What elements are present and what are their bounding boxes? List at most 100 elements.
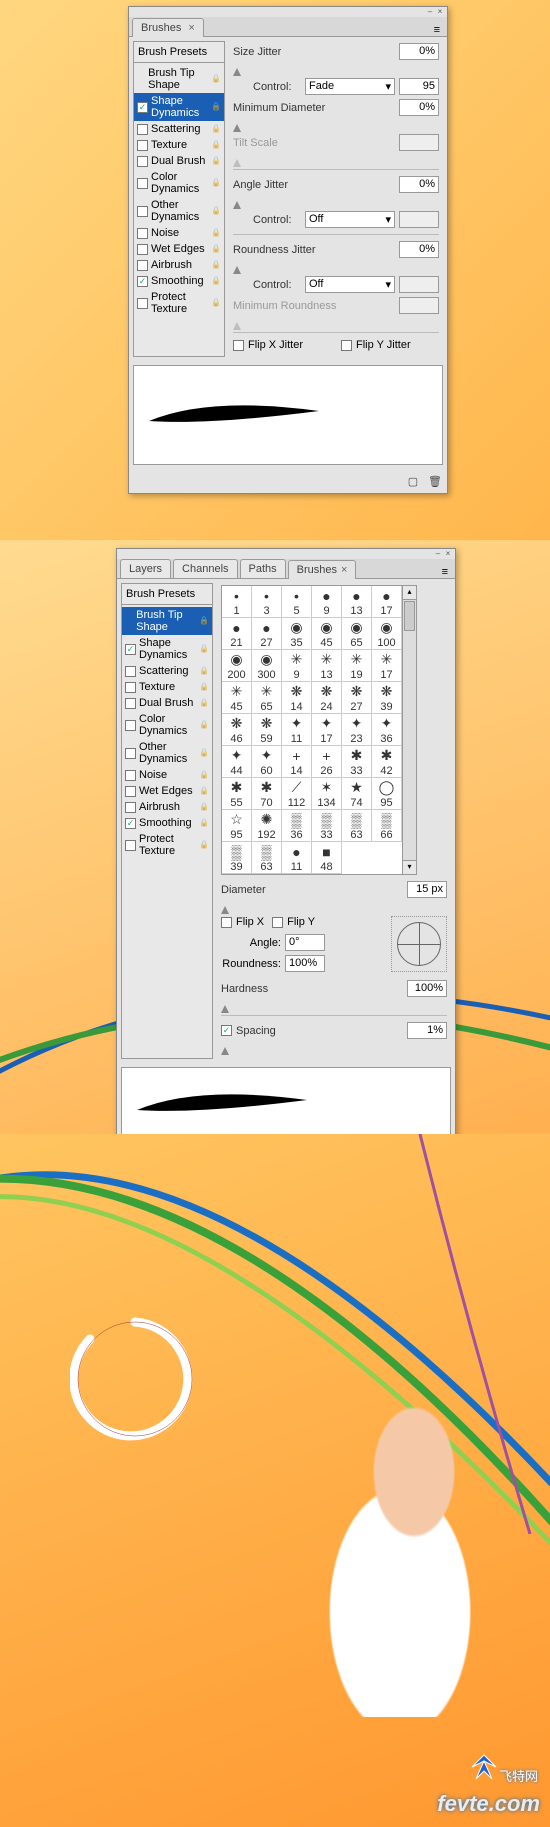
option-brush-tip-shape[interactable]: Brush Tip Shape🔒	[134, 65, 224, 93]
brush-tip-cell[interactable]: ✳65	[252, 682, 282, 714]
control-select-fade[interactable]: Fade	[305, 78, 395, 95]
option-checkbox[interactable]	[137, 124, 148, 135]
hardness-slider[interactable]	[221, 1001, 447, 1007]
lock-icon[interactable]: 🔒	[199, 720, 209, 730]
option-checkbox[interactable]: ✓	[125, 818, 136, 829]
brush-tip-cell[interactable]: ✦17	[312, 714, 342, 746]
close-tab-icon[interactable]: ×	[341, 564, 347, 576]
brush-tip-cell[interactable]: ✦11	[282, 714, 312, 746]
brush-tip-cell[interactable]: ❋39	[372, 682, 402, 714]
lock-icon[interactable]: 🔒	[211, 276, 221, 286]
brush-tip-cell[interactable]: ✦23	[342, 714, 372, 746]
angle-control-select[interactable]: Off	[305, 211, 395, 228]
brush-tip-cell[interactable]: ●21	[222, 618, 252, 650]
brush-tip-cell[interactable]: ✦60	[252, 746, 282, 778]
brush-tip-cell[interactable]: ✳45	[222, 682, 252, 714]
flip-y-jitter-checkbox[interactable]	[341, 340, 352, 351]
brush-tip-cell[interactable]: ❋24	[312, 682, 342, 714]
lock-icon[interactable]: 🔒	[211, 244, 221, 254]
option-wet-edges[interactable]: Wet Edges🔒	[122, 783, 212, 799]
brush-tip-cell[interactable]: ✱33	[342, 746, 372, 778]
option-scattering[interactable]: Scattering🔒	[122, 663, 212, 679]
fade-steps-value[interactable]: 95	[399, 78, 439, 95]
min-diameter-slider[interactable]	[233, 120, 439, 126]
roundness-jitter-value[interactable]: 0%	[399, 241, 439, 258]
option-checkbox[interactable]	[125, 840, 136, 851]
tab-layers[interactable]: Layers	[120, 559, 171, 578]
brush-tip-cell[interactable]: •3	[252, 586, 282, 618]
brush-tip-cell[interactable]: ❋46	[222, 714, 252, 746]
option-checkbox[interactable]	[125, 770, 136, 781]
option-texture[interactable]: Texture🔒	[122, 679, 212, 695]
brush-tip-cell[interactable]: ■48	[312, 842, 342, 874]
brush-tip-cell[interactable]: ✦44	[222, 746, 252, 778]
panel-titlebar[interactable]: – ×	[129, 7, 447, 17]
angle-roundness-widget[interactable]	[391, 916, 447, 972]
option-checkbox[interactable]	[125, 786, 136, 797]
lock-icon[interactable]: 🔒	[199, 840, 209, 850]
lock-icon[interactable]: 🔒	[199, 802, 209, 812]
minimize-icon[interactable]: –	[434, 550, 442, 558]
lock-icon[interactable]: 🔒	[211, 228, 221, 238]
roundness-input[interactable]: 100%	[285, 955, 325, 972]
tab-brushes[interactable]: Brushes×	[288, 560, 357, 579]
hardness-value[interactable]: 100%	[407, 980, 447, 997]
option-smoothing[interactable]: ✓Smoothing🔒	[122, 815, 212, 831]
brush-tip-cell[interactable]: ◉65	[342, 618, 372, 650]
option-checkbox[interactable]	[125, 748, 136, 759]
diameter-value[interactable]: 15 px	[407, 881, 447, 898]
lock-icon[interactable]: 🔒	[199, 666, 209, 676]
option-color-dynamics[interactable]: Color Dynamics🔒	[122, 711, 212, 739]
option-shape-dynamics[interactable]: ✓Shape Dynamics🔒	[134, 93, 224, 121]
option-checkbox[interactable]	[137, 298, 148, 309]
brush-tip-cell[interactable]: ◉200	[222, 650, 252, 682]
option-dual-brush[interactable]: Dual Brush🔒	[122, 695, 212, 711]
lock-icon[interactable]: 🔒	[199, 748, 209, 758]
brush-tip-cell[interactable]: ▒63	[342, 810, 372, 842]
angle-jitter-value[interactable]: 0%	[399, 176, 439, 193]
panel-menu-icon[interactable]: ≡	[438, 566, 452, 578]
brush-tip-cell[interactable]: ◉300	[252, 650, 282, 682]
brush-tip-cell[interactable]: +26	[312, 746, 342, 778]
brush-tip-cell[interactable]: ●13	[342, 586, 372, 618]
brush-tip-cell[interactable]: ●9	[312, 586, 342, 618]
flip-x-checkbox[interactable]	[221, 917, 232, 928]
brush-grid-scrollbar[interactable]: ▴ ▾	[403, 585, 417, 875]
lock-icon[interactable]: 🔒	[199, 644, 209, 654]
panel-titlebar[interactable]: – ×	[117, 549, 455, 559]
brush-tip-cell[interactable]: ✳19	[342, 650, 372, 682]
brush-presets-button[interactable]: Brush Presets	[122, 584, 212, 605]
option-checkbox[interactable]	[125, 720, 136, 731]
brush-tip-cell[interactable]: +14	[282, 746, 312, 778]
lock-icon[interactable]: 🔒	[199, 682, 209, 692]
option-checkbox[interactable]	[137, 244, 148, 255]
option-checkbox[interactable]: ✓	[137, 102, 148, 113]
brush-tip-cell[interactable]: ▒36	[282, 810, 312, 842]
option-protect-texture[interactable]: Protect Texture🔒	[122, 831, 212, 859]
flip-x-jitter-checkbox[interactable]	[233, 340, 244, 351]
option-checkbox[interactable]: ✓	[125, 644, 136, 655]
option-texture[interactable]: Texture🔒	[134, 137, 224, 153]
option-airbrush[interactable]: Airbrush🔒	[122, 799, 212, 815]
option-other-dynamics[interactable]: Other Dynamics🔒	[122, 739, 212, 767]
brush-tip-cell[interactable]: ⟋112	[282, 778, 312, 810]
roundness-control-select[interactable]: Off	[305, 276, 395, 293]
brush-tip-cell[interactable]: ▒63	[252, 842, 282, 874]
brush-tip-cell[interactable]: ◉35	[282, 618, 312, 650]
close-tab-icon[interactable]: ×	[188, 22, 194, 34]
brush-tip-cell[interactable]: ✳13	[312, 650, 342, 682]
option-checkbox[interactable]	[125, 698, 136, 709]
brush-tip-cell[interactable]: ●11	[282, 842, 312, 874]
brush-tip-cell[interactable]: ✱42	[372, 746, 402, 778]
option-noise[interactable]: Noise🔒	[122, 767, 212, 783]
spacing-value[interactable]: 1%	[407, 1022, 447, 1039]
lock-icon[interactable]: 🔒	[211, 260, 221, 270]
lock-icon[interactable]: 🔒	[211, 206, 221, 216]
option-checkbox[interactable]	[137, 260, 148, 271]
lock-icon[interactable]: 🔒	[211, 156, 221, 166]
scroll-up-icon[interactable]: ▴	[403, 586, 416, 600]
option-checkbox[interactable]	[137, 178, 148, 189]
lock-icon[interactable]: 🔒	[199, 698, 209, 708]
scroll-down-icon[interactable]: ▾	[403, 860, 416, 874]
size-jitter-value[interactable]: 0%	[399, 43, 439, 60]
